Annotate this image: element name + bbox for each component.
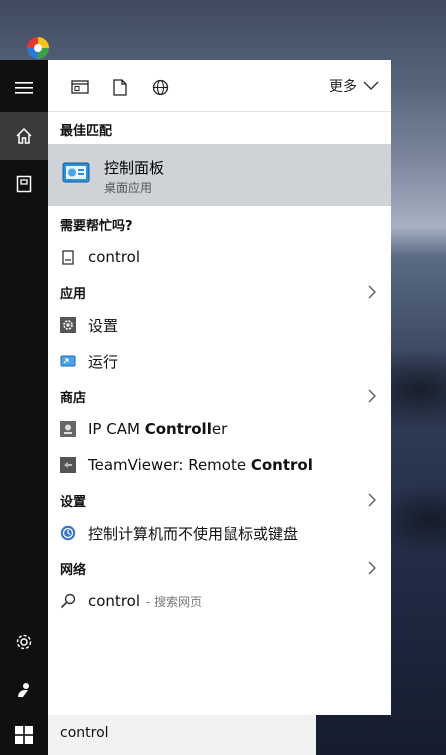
list-item[interactable]: TeamViewer: Remote Control — [48, 450, 391, 480]
list-item[interactable]: 运行 — [48, 346, 391, 376]
teamviewer-app-icon — [60, 457, 76, 473]
start-rail — [0, 60, 48, 755]
list-item-label: 运行 — [88, 352, 119, 371]
list-item[interactable]: control - 搜索网页 — [48, 586, 391, 616]
search-input[interactable]: control — [60, 725, 109, 741]
globe-icon[interactable] — [149, 76, 171, 98]
windows-logo-icon — [15, 726, 33, 744]
web-heading: 网络 — [60, 563, 87, 578]
feedback-icon[interactable] — [0, 666, 48, 714]
web-search-hint: - 搜索网页 — [146, 594, 203, 609]
list-item-label: TeamViewer: Remote Control — [88, 456, 313, 474]
hamburger-menu-icon[interactable] — [0, 64, 48, 112]
best-match-title: 控制面板 — [104, 159, 165, 177]
chevron-right-icon[interactable] — [368, 493, 377, 507]
chevron-down-icon — [363, 81, 379, 90]
search-icon — [60, 593, 76, 609]
filter-toolbar: 更多 — [48, 60, 391, 112]
document-icon[interactable] — [109, 76, 131, 98]
list-item-label: control — [88, 592, 140, 610]
home-icon[interactable] — [0, 112, 48, 160]
list-item-label: control — [88, 248, 140, 266]
search-box[interactable]: control — [48, 715, 316, 755]
settings-app-icon — [60, 317, 76, 333]
chevron-right-icon[interactable] — [368, 561, 377, 575]
chevron-right-icon[interactable] — [368, 285, 377, 299]
list-item-label: 设置 — [88, 316, 119, 335]
more-label: 更多 — [329, 79, 357, 95]
list-item[interactable]: 控制计算机而不使用鼠标或键盘 — [48, 518, 391, 548]
search-results-panel: 更多 最佳匹配 控制面板 桌面应用 需要帮忙吗? control 应用 设置 运… — [48, 60, 391, 715]
apps-heading: 应用 — [60, 287, 87, 302]
more-filters-button[interactable]: 更多 — [329, 74, 379, 98]
help-heading: 需要帮忙吗? — [60, 219, 133, 234]
list-item-label: IP CAM Controller — [88, 420, 228, 438]
ease-of-access-icon — [60, 525, 76, 541]
best-match-heading: 最佳匹配 — [60, 124, 113, 139]
ip-cam-app-icon — [60, 421, 76, 437]
app-window-icon[interactable] — [69, 76, 91, 98]
tips-icon — [60, 249, 76, 265]
list-item[interactable]: 设置 — [48, 310, 391, 340]
notebook-icon[interactable] — [0, 160, 48, 208]
start-button[interactable] — [0, 715, 48, 755]
list-item[interactable]: control — [48, 242, 391, 272]
settings-heading: 设置 — [60, 495, 87, 510]
best-match-item[interactable]: 控制面板 桌面应用 — [48, 144, 391, 206]
list-item[interactable]: IP CAM Controller — [48, 414, 391, 444]
settings-gear-icon[interactable] — [0, 618, 48, 666]
best-match-subtitle: 桌面应用 — [104, 181, 153, 195]
store-heading: 商店 — [60, 391, 87, 406]
control-panel-icon — [62, 161, 90, 189]
run-app-icon — [60, 353, 76, 369]
chevron-right-icon[interactable] — [368, 389, 377, 403]
list-item-label: 控制计算机而不使用鼠标或键盘 — [88, 524, 299, 543]
desktop-app-icon[interactable] — [22, 34, 54, 62]
